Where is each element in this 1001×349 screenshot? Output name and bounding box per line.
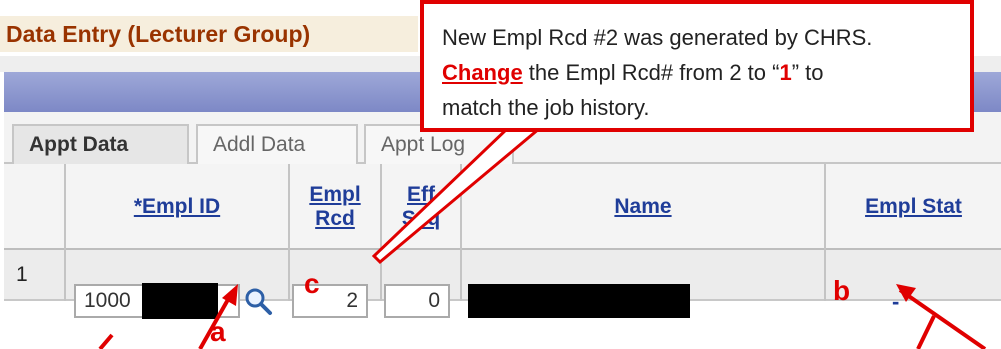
arrow-line-right	[916, 315, 936, 349]
empl-rcd-value: 2	[346, 289, 358, 312]
empl-rcd-header-line1: Empl	[309, 183, 361, 206]
annotation-marker-c: c	[304, 268, 320, 299]
callout-change-word: Change	[442, 60, 523, 85]
callout-line-3: match the job history.	[442, 95, 650, 120]
callout-line-2-end: ” to	[791, 60, 824, 85]
tab-appt-data[interactable]: Appt Data	[12, 124, 189, 164]
column-header-empl-rcd[interactable]: Empl Rcd	[290, 164, 380, 250]
redaction-block	[468, 284, 690, 318]
callout-line-2: Change the Empl Rcd# from 2 to “1” to	[442, 55, 952, 90]
column-header-empl-id[interactable]: *Empl ID	[66, 164, 288, 250]
column-header-eff-seq[interactable]: Eff Seq	[382, 164, 460, 250]
appointment-grid: *Empl ID Empl Rcd Eff Seq Name Empl Stat	[4, 164, 1001, 301]
arrow-line-left	[98, 333, 114, 349]
annotation-callout: New Empl Rcd #2 was generated by CHRS. C…	[420, 0, 974, 132]
tab-addl-data[interactable]: Addl Data	[196, 124, 358, 164]
callout-new-value: 1	[779, 60, 792, 85]
row-number: 1	[16, 263, 28, 286]
column-header-name[interactable]: Name	[462, 164, 824, 250]
eff-seq-input[interactable]: 0	[384, 284, 450, 318]
magnifier-icon[interactable]	[243, 286, 273, 316]
empl-id-prefix: 1000	[84, 289, 131, 312]
eff-seq-value: 0	[428, 289, 440, 312]
redaction-block	[142, 283, 218, 319]
annotation-marker-b: b	[833, 275, 851, 306]
annotation-marker-a: a	[210, 316, 226, 347]
eff-seq-header-line2: Seq	[401, 207, 441, 230]
column-header-empl-stat[interactable]: Empl Stat	[826, 164, 1001, 250]
callout-line-1: New Empl Rcd #2 was generated by CHRS.	[442, 25, 873, 50]
callout-line-2-mid: the Empl Rcd# from 2 to “	[522, 60, 780, 85]
empl-stat-value: -	[892, 289, 900, 314]
empl-rcd-header-line2: Rcd	[315, 207, 355, 230]
eff-seq-header-line1: Eff	[407, 183, 435, 206]
page-title: Data Entry (Lecturer Group)	[0, 16, 418, 52]
